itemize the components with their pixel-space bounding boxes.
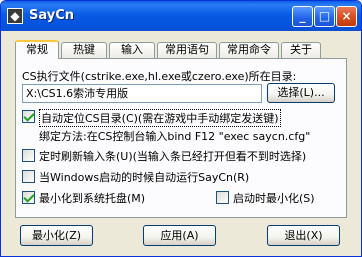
auto-run-checkbox[interactable]: [22, 170, 35, 183]
minimize-to-tray-label[interactable]: 最小化到系统托盘(M): [39, 190, 145, 206]
browse-button[interactable]: 选择(L)...: [267, 83, 335, 103]
tab-general[interactable]: 常规: [15, 40, 59, 59]
refresh-input-checkbox[interactable]: [22, 149, 35, 162]
exit-button[interactable]: 退出(X): [267, 225, 340, 246]
maximize-window-button[interactable]: □: [314, 6, 335, 27]
auto-locate-label[interactable]: 自动定位CS目录(C)(需在游戏中手动绑定发送键): [39, 109, 281, 127]
refresh-input-label[interactable]: 定时刷新输入条(U)(当输入条已经打开但看不到时选择): [39, 148, 306, 164]
tab-common-phrases[interactable]: 常用语句: [157, 42, 217, 58]
start-minimized-label[interactable]: 启动时最小化(S): [233, 190, 315, 206]
exe-path-input[interactable]: X:\CS1.6索沛专用版: [22, 84, 262, 103]
title-bar[interactable]: ◆ SayCn _ □ ×: [1, 1, 361, 31]
saycn-window: ◆ SayCn _ □ × 常规 热键 输入 常用语句 常用命令 关于 CS执行…: [0, 0, 362, 257]
bind-method-text: 绑定方法:在CS控制台输入bind F12 "exec saycn.cfg": [39, 130, 311, 143]
tab-about[interactable]: 关于: [281, 42, 321, 58]
tab-hotkeys[interactable]: 热键: [61, 42, 107, 58]
tab-common-commands[interactable]: 常用命令: [219, 42, 279, 58]
start-minimized-checkbox[interactable]: [216, 191, 229, 204]
app-icon: ◆: [7, 8, 23, 24]
exe-directory-label: CS执行文件(cstrike.exe,hl.exe或czero.exe)所在目录…: [22, 70, 297, 83]
minimize-button[interactable]: 最小化(Z): [20, 225, 93, 246]
minimize-to-tray-checkbox[interactable]: [22, 191, 35, 204]
auto-locate-checkbox[interactable]: [22, 110, 35, 123]
apply-button[interactable]: 应用(A): [143, 225, 216, 246]
window-title: SayCn: [29, 8, 75, 23]
auto-run-label[interactable]: 当Windows启动的时候自动运行SayCn(R): [39, 169, 249, 185]
tab-input[interactable]: 输入: [109, 42, 155, 58]
close-window-button[interactable]: ×: [336, 6, 357, 27]
minimize-window-button[interactable]: _: [292, 6, 313, 27]
